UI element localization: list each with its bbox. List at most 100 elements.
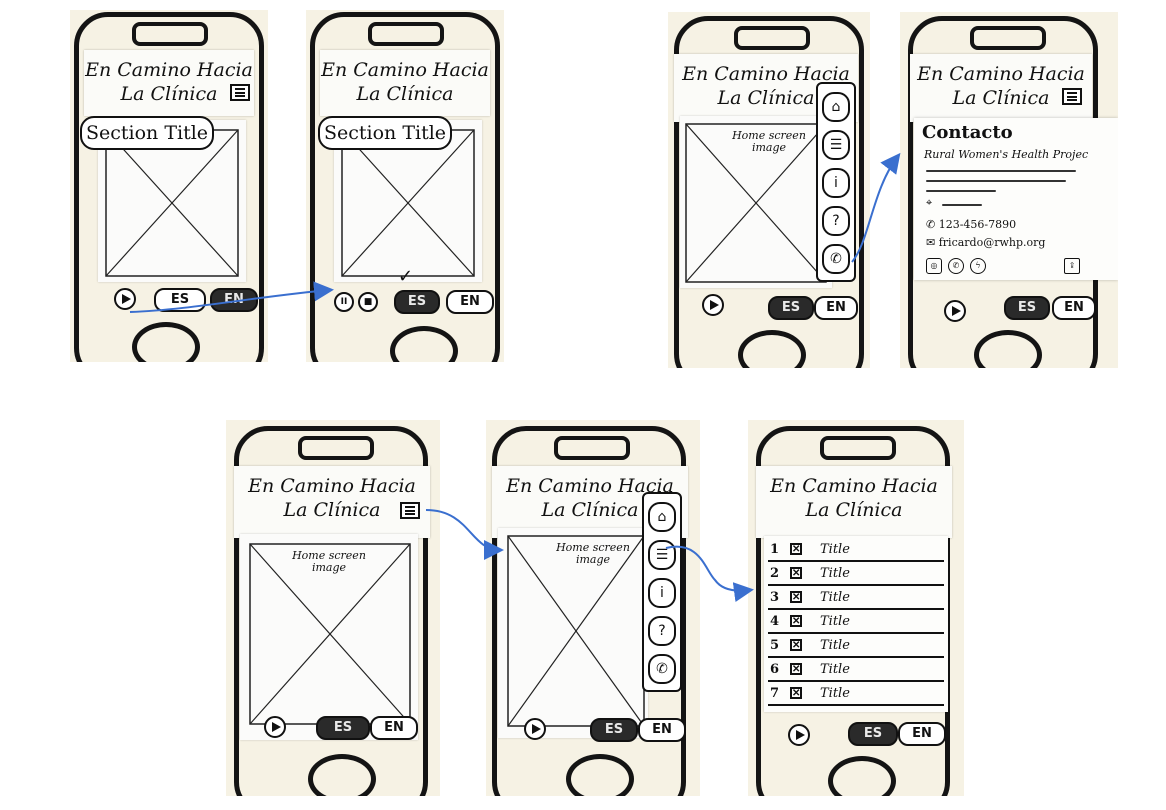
- checkbox[interactable]: ✕: [790, 591, 802, 603]
- image-caption: Home screen image: [292, 549, 366, 574]
- section-title: Section Title: [318, 116, 453, 150]
- app-title-line1: En Camino Hacia: [248, 475, 416, 497]
- list-item[interactable]: 5 ✕ Title: [768, 636, 944, 658]
- list-item[interactable]: 7 ✕ Title: [768, 684, 944, 706]
- item-number: 7: [770, 686, 780, 701]
- app-header: En Camino Hacia La Clínica: [234, 466, 430, 538]
- home-button: [308, 754, 376, 796]
- play-button[interactable]: [944, 300, 966, 322]
- checkbox[interactable]: ✕: [790, 639, 802, 651]
- info-icon[interactable]: i: [648, 578, 676, 608]
- menu-icon[interactable]: [1062, 88, 1082, 105]
- help-icon[interactable]: ?: [822, 206, 850, 236]
- app-title-line2: La Clínica: [805, 499, 903, 521]
- lang-es-button[interactable]: ES: [848, 722, 898, 746]
- lang-en-button[interactable]: EN: [814, 296, 858, 320]
- app-title-line1: En Camino Hacia: [85, 59, 253, 81]
- play-button[interactable]: [788, 724, 810, 746]
- app-header: En Camino Hacia La Clínica: [320, 50, 490, 116]
- list-item[interactable]: 3 ✕ Title: [768, 588, 944, 610]
- lang-en-button[interactable]: EN: [210, 288, 258, 312]
- item-title: Title: [820, 638, 850, 653]
- lang-es-button[interactable]: ES: [1004, 296, 1050, 320]
- speaker-slot: [554, 436, 630, 460]
- home-screen-image: Home screen image: [680, 116, 832, 288]
- sketch-frame-playing: En Camino Hacia La Clínica Section Title…: [306, 10, 504, 362]
- app-title-line1: En Camino Hacia: [917, 63, 1085, 85]
- side-menu: ⌂ ☰ i ? ✆: [816, 82, 856, 282]
- play-button[interactable]: [264, 716, 286, 738]
- instagram-icon[interactable]: ◎: [926, 258, 942, 274]
- email-icon: ✉: [926, 236, 939, 249]
- lang-en-button[interactable]: EN: [1052, 296, 1096, 320]
- checkbox[interactable]: ✕: [790, 615, 802, 627]
- app-header: En Camino Hacia La Clínica: [910, 54, 1092, 122]
- sketch-frame-list: En Camino Hacia La Clínica 1 ✕ Title 2 ✕…: [748, 420, 964, 796]
- home-icon[interactable]: ⌂: [648, 502, 676, 532]
- item-title: Title: [820, 686, 850, 701]
- list-item[interactable]: 4 ✕ Title: [768, 612, 944, 634]
- play-button[interactable]: [524, 718, 546, 740]
- item-title: Title: [820, 614, 850, 629]
- contact-email[interactable]: fricardo@rwhp.org: [939, 236, 1046, 249]
- home-screen-image: Home screen image: [240, 534, 418, 740]
- lang-es-button[interactable]: ES: [394, 290, 440, 314]
- menu-icon[interactable]: [400, 502, 420, 519]
- item-title: Title: [820, 662, 850, 677]
- lang-en-button[interactable]: EN: [446, 290, 494, 314]
- menu-icon[interactable]: [230, 84, 250, 101]
- lang-es-button[interactable]: ES: [154, 288, 206, 312]
- lang-en-button[interactable]: EN: [370, 716, 418, 740]
- speaker-slot: [368, 22, 444, 46]
- phone-icon[interactable]: ✆: [822, 244, 850, 274]
- scribble-line: [926, 180, 1066, 182]
- app-title-line1: En Camino Hacia: [321, 59, 489, 81]
- lang-en-button[interactable]: EN: [638, 718, 686, 742]
- section-title: Section Title: [80, 116, 215, 150]
- checkbox[interactable]: ✕: [790, 543, 802, 555]
- checkbox[interactable]: ✕: [790, 663, 802, 675]
- scribble-line: [926, 190, 996, 192]
- sketch-frame-contact: En Camino Hacia La Clínica Contacto Rura…: [900, 12, 1118, 368]
- sketch-frame-sidemenu-contact: En Camino Hacia La Clínica Home screen i…: [668, 12, 870, 368]
- lang-en-button[interactable]: EN: [898, 722, 946, 746]
- speaker-slot: [970, 26, 1046, 50]
- sketch-frame-home: En Camino Hacia La Clínica Home screen i…: [226, 420, 440, 796]
- item-title: Title: [820, 542, 850, 557]
- sketch-frame-home-sidemenu: En Camino Hacia La Clínica Home screen i…: [486, 420, 700, 796]
- list-icon[interactable]: ☰: [648, 540, 676, 570]
- lang-es-button[interactable]: ES: [768, 296, 814, 320]
- list-icon[interactable]: ☰: [822, 130, 850, 160]
- share-icon[interactable]: ⇪: [1064, 258, 1080, 274]
- contact-card: Contacto Rural Women's Health Projec ⌖ ✆…: [914, 118, 1118, 280]
- whatsapp-icon[interactable]: ✆: [948, 258, 964, 274]
- list-item[interactable]: 1 ✕ Title: [768, 540, 944, 562]
- help-icon[interactable]: ?: [648, 616, 676, 646]
- image-caption: Home screen image: [732, 129, 806, 154]
- app-title-line1: En Camino Hacia: [770, 475, 938, 497]
- phone-icon[interactable]: ✆: [648, 654, 676, 684]
- messenger-icon[interactable]: ϟ: [970, 258, 986, 274]
- play-button[interactable]: [702, 294, 724, 316]
- pause-button[interactable]: II: [334, 292, 354, 312]
- item-number: 5: [770, 638, 780, 653]
- play-button[interactable]: [114, 288, 136, 310]
- contact-phone-row: ✆ 123-456-7890: [926, 218, 1016, 231]
- list-item[interactable]: 6 ✕ Title: [768, 660, 944, 682]
- checkmark-icon: ✓: [398, 266, 414, 287]
- home-icon[interactable]: ⌂: [822, 92, 850, 122]
- lang-es-button[interactable]: ES: [590, 718, 638, 742]
- contact-phone[interactable]: 123-456-7890: [939, 218, 1016, 231]
- app-header: En Camino Hacia La Clínica: [756, 466, 952, 538]
- checkbox[interactable]: ✕: [790, 687, 802, 699]
- speaker-slot: [298, 436, 374, 460]
- item-title: Title: [820, 566, 850, 581]
- item-number: 3: [770, 590, 780, 605]
- checkbox[interactable]: ✕: [790, 567, 802, 579]
- app-title-line2: La Clínica: [120, 83, 218, 105]
- lang-es-button[interactable]: ES: [316, 716, 370, 740]
- stop-button[interactable]: ■: [358, 292, 378, 312]
- contact-email-row: ✉ fricardo@rwhp.org: [926, 236, 1045, 249]
- info-icon[interactable]: i: [822, 168, 850, 198]
- list-item[interactable]: 2 ✕ Title: [768, 564, 944, 586]
